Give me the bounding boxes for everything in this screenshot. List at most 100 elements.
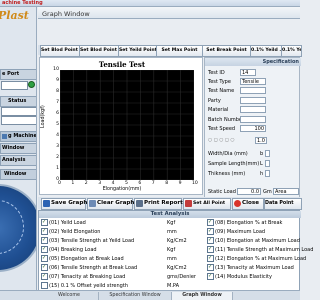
print-report-label: Print Report xyxy=(144,200,183,206)
analysis-row-right[interactable]: (09) Maximum Load xyxy=(207,227,265,236)
window2-nav-item[interactable]: Window xyxy=(0,169,36,180)
analysis-unit: mm xyxy=(167,256,177,262)
specification-title: Specification xyxy=(262,59,299,65)
analysis-checkbox[interactable] xyxy=(207,227,214,235)
status-field-2 xyxy=(1,116,36,125)
test-id-input[interactable]: 14 xyxy=(240,69,256,76)
analysis-nav-item[interactable]: Analysis xyxy=(0,155,36,166)
analysis-row[interactable]: (05) Elongation at Break Load xyxy=(41,254,124,263)
analysis-unit: Kgf xyxy=(167,220,176,226)
y-axis-label: Load(kgf) xyxy=(41,105,46,128)
connect-icon[interactable] xyxy=(28,81,35,88)
batch-number-label: Batch Number xyxy=(208,117,245,123)
bottom-tab-bar: Welcome Specification Window Graph Windo… xyxy=(0,290,300,300)
window-nav-label: Window xyxy=(2,145,25,151)
set-yeild-point-button[interactable]: Set Yeild Point xyxy=(118,45,157,57)
analysis-label: (15) 0.1 % Offset yeild strength xyxy=(49,283,128,289)
status-label: Status xyxy=(8,98,27,104)
title-bar: achine Testing xyxy=(0,0,300,7)
analysis-row[interactable]: (01) Yeild Load xyxy=(41,218,86,227)
save-icon xyxy=(43,200,50,207)
set-all-point-button[interactable]: Set All Point xyxy=(183,198,231,210)
close-button[interactable]: Close xyxy=(232,198,264,210)
data-point-button[interactable]: Data Point xyxy=(264,198,302,210)
analysis-row-right[interactable]: (14) Modulus Elasticity xyxy=(207,272,272,281)
analysis-checkbox[interactable] xyxy=(207,272,214,280)
y-tick-label: 7 xyxy=(56,100,59,105)
machine-label: g Machine xyxy=(8,133,37,139)
analysis-checkbox[interactable] xyxy=(41,236,48,244)
analysis-row-right[interactable]: (11) Tensile Strength at Maximum Load xyxy=(207,245,313,254)
x-axis-label: Elongation(mm) xyxy=(102,187,142,192)
set-max-point-button[interactable]: Set Max Point xyxy=(156,45,203,57)
analysis-unit: gms/Denier xyxy=(167,274,196,280)
test-type-select[interactable]: Tensile xyxy=(240,78,266,85)
analysis-row[interactable]: (04) Breaking Load xyxy=(41,245,97,254)
y-tick-label: 0 xyxy=(56,177,59,182)
x-tick-label: 7 xyxy=(151,181,155,186)
analysis-row[interactable]: (03) Tensile Strength at Yeild Load xyxy=(41,236,135,245)
y-tick-label: 1 xyxy=(56,166,59,171)
machine-box[interactable]: g Machine xyxy=(0,131,37,142)
port-select[interactable] xyxy=(1,81,28,90)
analysis-row-right[interactable]: (10) Elongation at Maximum Load xyxy=(207,236,300,245)
set-blod-point-1-button[interactable]: Set Blod Point 1 xyxy=(40,45,80,57)
x-tick-label: 6 xyxy=(138,181,142,186)
print-report-button[interactable]: Print Report xyxy=(134,198,183,210)
analysis-label: (03) Tensile Strength at Yeild Load xyxy=(49,238,135,244)
save-graph-button[interactable]: Save Graph xyxy=(41,198,87,210)
analysis-row[interactable]: (06) Tensile Strength at Break Load xyxy=(41,263,137,272)
material-input[interactable] xyxy=(240,106,266,113)
y-tick-label: 2 xyxy=(56,155,59,160)
yeild-offset-2-button[interactable]: 0.1% Yeid xyxy=(281,45,302,57)
yeild-offset-1-button[interactable]: 0.1% Yeild . 1 xyxy=(250,45,282,57)
analysis-checkbox[interactable] xyxy=(41,245,48,253)
tab-welcome[interactable]: Welcome xyxy=(40,292,99,300)
width-input[interactable] xyxy=(265,150,270,157)
analysis-checkbox[interactable] xyxy=(41,263,48,271)
status-box: Status xyxy=(0,96,36,107)
analysis-row-right[interactable]: (12) Elongation % at Maximum Load xyxy=(207,254,306,263)
set-break-point-button[interactable]: Set Break Point xyxy=(202,45,251,57)
plot-area[interactable] xyxy=(60,70,194,180)
tab-specification-window[interactable]: Specification Window xyxy=(99,292,172,300)
set-blod-point-2-button[interactable]: Set Blod Point 2 xyxy=(79,45,119,57)
area-field[interactable]: Area xyxy=(273,188,299,195)
thickness-input[interactable] xyxy=(265,170,270,177)
tab-graph-window[interactable]: Graph Window xyxy=(172,292,233,300)
analysis-checkbox[interactable] xyxy=(41,227,48,235)
analysis-checkbox[interactable] xyxy=(207,218,214,226)
x-tick-label: 9 xyxy=(178,181,182,186)
analysis-checkbox[interactable] xyxy=(207,254,214,262)
x-tick-label: 10 xyxy=(192,181,198,186)
analysis-row[interactable]: (02) Yeild Elongation xyxy=(41,227,100,236)
analysis-row[interactable]: (07) Tenacity at Breaking Load xyxy=(41,272,125,281)
analysis-checkbox[interactable] xyxy=(41,272,48,280)
analysis-checkbox[interactable] xyxy=(41,254,48,262)
static-load-input[interactable]: 0.0 xyxy=(237,188,261,195)
port-label: e Port xyxy=(2,71,20,77)
analysis-row[interactable]: (15) 0.1 % Offset yeild strength xyxy=(41,282,128,290)
party-label: Party xyxy=(208,98,221,104)
left-panel: Plast e Port Status g Machine Window Ana… xyxy=(0,7,37,290)
port-box: e Port xyxy=(0,69,36,80)
test-analysis-panel: Test Analysis (01) Yeild Load Kgf (02) Yei… xyxy=(38,210,313,291)
sample-length-input[interactable] xyxy=(265,160,270,167)
test-name-input[interactable] xyxy=(240,87,266,94)
analysis-checkbox[interactable] xyxy=(41,218,48,226)
x-tick-label: 1 xyxy=(71,181,75,186)
batch-number-input[interactable] xyxy=(240,116,266,123)
analysis-checkbox[interactable] xyxy=(207,236,214,244)
analysis-checkbox[interactable] xyxy=(207,245,214,253)
party-input[interactable] xyxy=(240,97,266,104)
window-nav-item[interactable]: Window xyxy=(0,143,36,154)
test-speed-input[interactable]: 100 xyxy=(240,125,266,132)
sample-shape-options[interactable]: ○ ◻ ○ ◻ ○ xyxy=(208,138,235,143)
analysis-row-right[interactable]: (13) Tenacity at Maximum Load xyxy=(207,263,294,272)
dimension-value-input[interactable]: 1.0 xyxy=(255,137,267,144)
analysis-checkbox[interactable] xyxy=(41,282,48,289)
analysis-label: (14) Modulus Elasticity xyxy=(215,274,272,280)
analysis-checkbox[interactable] xyxy=(207,263,214,271)
clear-graph-button[interactable]: Clear Graph xyxy=(87,198,134,210)
analysis-row-right[interactable]: (08) Elongation % at Break xyxy=(207,218,282,227)
